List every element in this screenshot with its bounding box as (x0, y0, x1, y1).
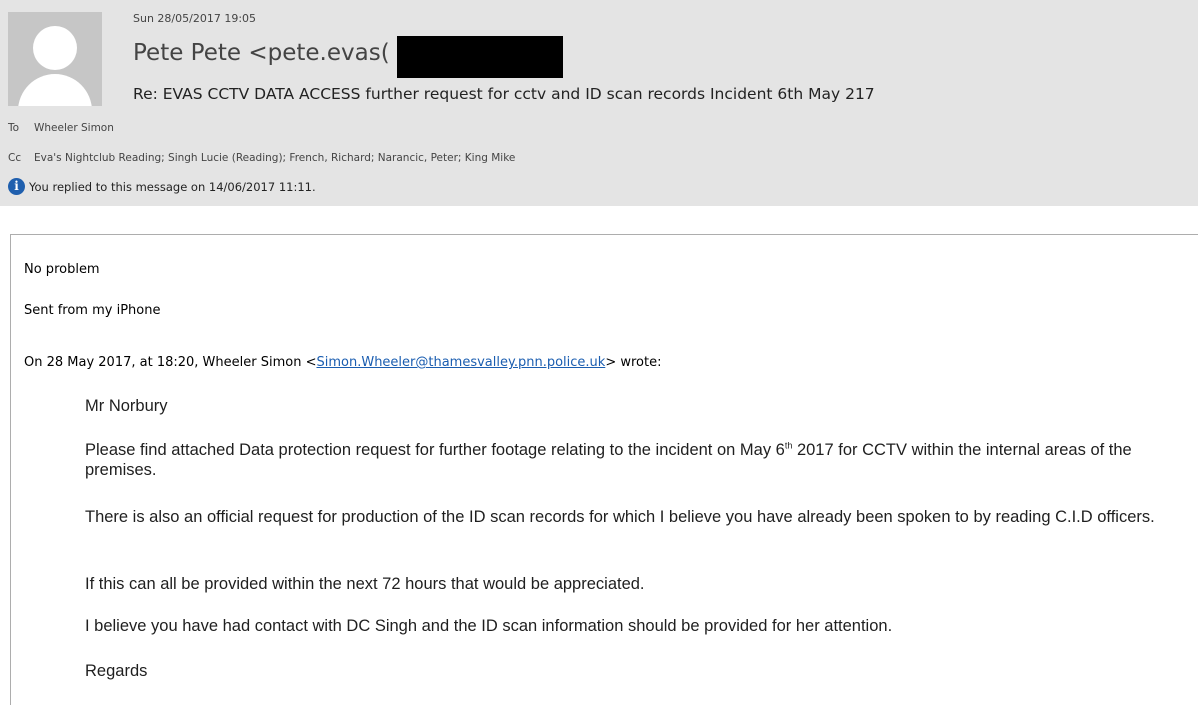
to-label: To (8, 122, 20, 134)
sent-date: Sun 28/05/2017 19:05 (133, 12, 257, 25)
avatar-body-shape (18, 74, 92, 106)
cc-recipients[interactable]: Eva's Nightclub Reading; Singh Lucie (Re… (34, 152, 515, 164)
wrote-line: On 28 May 2017, at 18:20, Wheeler Simon … (24, 355, 661, 370)
quoted-paragraph-1-start: Please find attached Data protection req… (85, 441, 785, 459)
sender-avatar[interactable] (8, 12, 102, 106)
quoted-paragraph-1: Please find attached Data protection req… (85, 440, 1185, 480)
to-row: To Wheeler Simon (8, 122, 114, 134)
message-header: Sun 28/05/2017 19:05 Pete Pete <pete.eva… (0, 0, 1198, 206)
info-icon: i (8, 178, 25, 195)
quoted-paragraph-2: There is also an official request for pr… (85, 508, 1155, 526)
sender-name[interactable]: Pete Pete <pete.evas( (133, 40, 390, 66)
quoted-closing: Regards (85, 662, 148, 680)
avatar-head-shape (33, 26, 77, 70)
cc-row: Cc Eva's Nightclub Reading; Singh Lucie (… (8, 152, 515, 164)
message-line-1: No problem (24, 262, 100, 277)
reply-info-bar: i You replied to this message on 14/06/2… (8, 178, 316, 195)
quoted-greeting: Mr Norbury (85, 397, 168, 415)
email-link[interactable]: Simon.Wheeler@thamesvalley.pnn.police.uk (316, 355, 605, 370)
message-subject: Re: EVAS CCTV DATA ACCESS further reques… (133, 85, 875, 103)
cc-label: Cc (8, 152, 22, 164)
message-line-2: Sent from my iPhone (24, 303, 161, 318)
quoted-paragraph-3: If this can all be provided within the n… (85, 575, 645, 593)
quoted-paragraph-4: I believe you have had contact with DC S… (85, 617, 893, 635)
wrote-suffix: > wrote: (605, 355, 662, 370)
wrote-prefix: On 28 May 2017, at 18:20, Wheeler Simon … (24, 355, 317, 370)
to-recipient[interactable]: Wheeler Simon (34, 122, 114, 134)
reply-info-text: You replied to this message on 14/06/201… (29, 179, 316, 194)
redaction-block (397, 36, 563, 78)
